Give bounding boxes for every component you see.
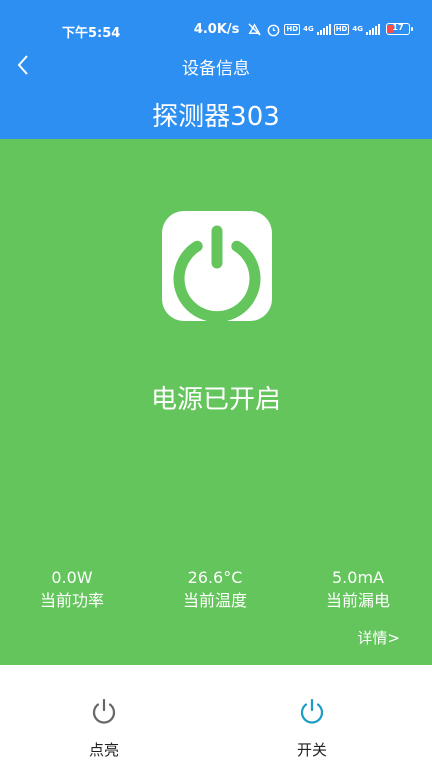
- tab-switch-label: 开关: [296, 741, 327, 759]
- stat-power-value: 0.0W: [51, 568, 93, 587]
- bottom-bar: 点亮 开关: [0, 665, 432, 768]
- signal-bars-icon: [316, 23, 331, 35]
- main-panel: 电源已开启 0.0W 当前功率 26.6°C 当前温度 5.0mA 当前漏电 详…: [0, 139, 432, 665]
- stat-temperature: 26.6°C 当前温度: [155, 567, 275, 613]
- power-icon: [92, 698, 116, 724]
- status-icons: 4.0K/s HD 4G HD 4G 17: [193, 20, 413, 38]
- power-icon: [300, 698, 324, 724]
- stat-temperature-value: 26.6°C: [187, 568, 243, 587]
- signal-4g-icon: 4G: [303, 24, 314, 33]
- signal-4g-icon: 4G: [352, 24, 363, 33]
- hd-icon: HD: [333, 23, 350, 35]
- tab-light[interactable]: 点亮: [44, 695, 164, 760]
- status-bar: 下午5:54 4.0K/s HD 4G HD 4G 17: [0, 0, 432, 44]
- battery-level: 17: [392, 23, 404, 32]
- status-time: 下午5:54: [62, 26, 121, 41]
- power-icon: [173, 225, 261, 323]
- battery-icon: 17: [386, 23, 413, 35]
- header: 下午5:54 4.0K/s HD 4G HD 4G 17 设备信息 探测器303: [0, 0, 432, 139]
- details-link[interactable]: 详情>: [357, 627, 400, 648]
- stat-temperature-label: 当前温度: [182, 591, 247, 610]
- signal-bars-icon: [366, 23, 380, 35]
- stat-power-label: 当前功率: [39, 591, 104, 610]
- network-speed: 4.0K/s: [193, 21, 240, 37]
- alarm-icon: [265, 21, 281, 37]
- hd-icon: HD: [284, 23, 301, 35]
- stat-leakage: 5.0mA 当前漏电: [298, 567, 418, 613]
- device-name: 探测器303: [152, 102, 280, 132]
- power-toggle-button[interactable]: [162, 211, 272, 323]
- stat-leakage-value: 5.0mA: [332, 568, 384, 587]
- stat-leakage-label: 当前漏电: [325, 591, 390, 610]
- stat-power: 0.0W 当前功率: [12, 567, 132, 613]
- power-status-text: 电源已开启: [150, 385, 281, 415]
- tab-light-label: 点亮: [88, 741, 119, 759]
- tab-switch[interactable]: 开关: [252, 695, 372, 760]
- page-title: 设备信息: [182, 59, 250, 79]
- mute-icon: [246, 21, 262, 37]
